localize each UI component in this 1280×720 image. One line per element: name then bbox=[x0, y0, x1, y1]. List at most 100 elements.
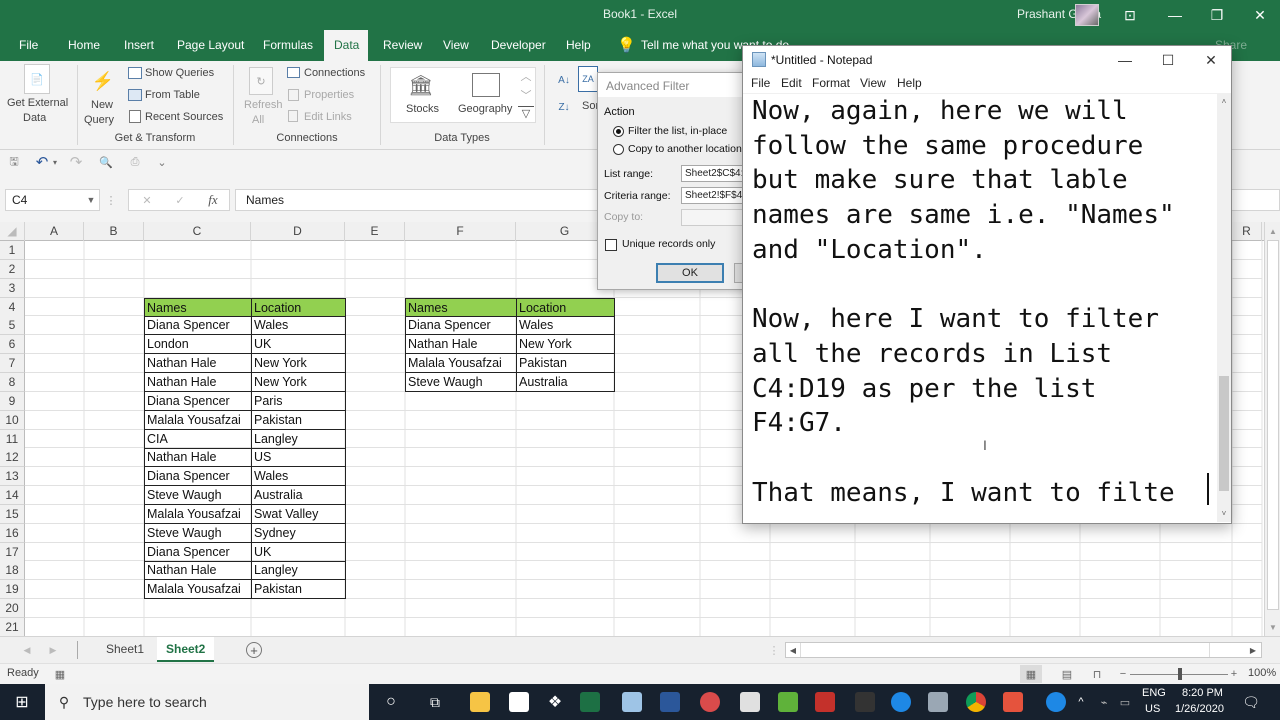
row-header[interactable]: 10 bbox=[0, 410, 25, 430]
cell-location[interactable]: UK bbox=[251, 542, 346, 562]
taskbar-search-box[interactable]: ⚲ Type here to search bbox=[45, 684, 369, 720]
row-header[interactable]: 14 bbox=[0, 486, 25, 506]
network-icon[interactable]: ⌁ bbox=[1096, 692, 1112, 712]
cell-location[interactable]: Langley bbox=[251, 429, 346, 449]
cell-name[interactable]: Nathan Hale bbox=[144, 354, 252, 374]
tab-formulas[interactable]: Formulas bbox=[254, 30, 322, 61]
geography-icon[interactable] bbox=[472, 73, 500, 97]
tab-help[interactable]: Help bbox=[557, 30, 600, 61]
save-icon[interactable]: 🖫 bbox=[7, 155, 21, 169]
word-taskbar-icon[interactable] bbox=[660, 692, 680, 712]
cell-name[interactable]: Steve Waugh bbox=[144, 486, 252, 506]
customize-qat-icon[interactable]: ⌄ bbox=[156, 154, 168, 170]
sheet-tab-sheet2[interactable]: Sheet2 bbox=[157, 637, 215, 662]
cell-location[interactable]: Langley bbox=[251, 561, 346, 581]
vertical-scrollbar[interactable]: ▲ ▼ bbox=[1264, 222, 1280, 636]
zoom-slider-thumb[interactable] bbox=[1178, 668, 1182, 680]
sort-z-to-a-icon[interactable]: Z↓ bbox=[555, 98, 573, 116]
insert-function-icon[interactable]: fx bbox=[205, 192, 221, 208]
restore-button[interactable]: ❐ bbox=[1202, 4, 1232, 26]
macro-record-icon[interactable]: ▦ bbox=[53, 667, 67, 681]
stocks-button[interactable]: Stocks bbox=[406, 103, 439, 115]
cell-name[interactable]: Nathan Hale bbox=[144, 372, 252, 392]
cell-name[interactable]: Malala Yousafzai bbox=[144, 504, 252, 524]
gallery-more-icon[interactable]: ▽ bbox=[518, 106, 534, 120]
cell-name[interactable]: London bbox=[144, 335, 252, 355]
sheet-tab-sheet1[interactable]: Sheet1 bbox=[97, 637, 153, 662]
vertical-scroll-thumb[interactable] bbox=[1267, 240, 1279, 610]
help-icon[interactable] bbox=[1046, 692, 1066, 712]
formula-bar-grip[interactable]: ⋮ bbox=[106, 192, 117, 208]
scroll-up-icon[interactable]: ▲ bbox=[1267, 226, 1279, 236]
cortana-icon[interactable]: ○ bbox=[381, 692, 401, 712]
camtasia-icon[interactable] bbox=[778, 692, 798, 712]
row-header[interactable]: 18 bbox=[0, 561, 25, 581]
zoom-level[interactable]: 100% bbox=[1248, 667, 1276, 679]
notepad-text-area[interactable]: Now, again, here we will follow the same… bbox=[752, 94, 1212, 510]
cell-location[interactable]: UK bbox=[251, 335, 346, 355]
filter-in-place-radio[interactable] bbox=[613, 126, 624, 137]
row-header[interactable]: 12 bbox=[0, 448, 25, 468]
add-sheet-icon[interactable]: + bbox=[246, 642, 262, 658]
header-cell-names[interactable]: Names bbox=[144, 297, 252, 317]
row-header[interactable]: 16 bbox=[0, 523, 25, 543]
show-hidden-icons-icon[interactable]: ^ bbox=[1073, 692, 1089, 712]
cell-location[interactable]: Paris bbox=[251, 391, 346, 411]
page-break-view-icon[interactable]: ⊓ bbox=[1088, 665, 1106, 683]
cell-location[interactable]: Pakistan bbox=[516, 354, 615, 374]
tab-data[interactable]: Data bbox=[324, 30, 368, 61]
zoom-in-icon[interactable]: + bbox=[1229, 665, 1239, 683]
column-header-c[interactable]: C bbox=[144, 222, 251, 241]
get-external-data-label[interactable]: Get External bbox=[7, 97, 68, 109]
touch-mode-icon[interactable]: ⎙ bbox=[127, 154, 143, 170]
tab-view[interactable]: View bbox=[434, 30, 478, 61]
row-header[interactable]: 6 bbox=[0, 335, 25, 355]
notepad-menu-file[interactable]: File bbox=[751, 76, 770, 90]
zoom-out-icon[interactable]: − bbox=[1118, 665, 1128, 683]
notepad-taskbar-icon[interactable] bbox=[622, 692, 642, 712]
tab-page-layout[interactable]: Page Layout bbox=[168, 30, 253, 61]
column-header-b[interactable]: B bbox=[84, 222, 144, 241]
column-header-d[interactable]: D bbox=[251, 222, 345, 241]
cell-name[interactable]: Malala Yousafzai bbox=[144, 410, 252, 430]
row-header[interactable]: 8 bbox=[0, 372, 25, 392]
get-external-data-label2[interactable]: Data bbox=[23, 112, 46, 124]
stocks-icon[interactable]: 🏛 bbox=[407, 73, 435, 97]
file-explorer-icon[interactable] bbox=[470, 692, 490, 712]
row-header[interactable]: 20 bbox=[0, 599, 25, 619]
tab-insert[interactable]: Insert bbox=[115, 30, 163, 61]
notepad-menu-view[interactable]: View bbox=[860, 76, 886, 90]
copy-to-location-label[interactable]: Copy to another location bbox=[628, 143, 742, 155]
windows-start-icon[interactable]: ⊞ bbox=[12, 692, 32, 712]
cell-name[interactable]: Malala Yousafzai bbox=[405, 354, 517, 374]
language-region[interactable]: US bbox=[1145, 703, 1160, 715]
row-header[interactable]: 9 bbox=[0, 391, 25, 411]
select-all-corner[interactable]: ◢ bbox=[0, 222, 25, 241]
get-external-data-icon[interactable]: 📄 bbox=[24, 64, 50, 94]
cell-name[interactable]: Diana Spencer bbox=[144, 316, 252, 336]
notepad-close-button[interactable]: ✕ bbox=[1199, 50, 1223, 70]
tab-home[interactable]: Home bbox=[59, 30, 109, 61]
ok-button[interactable]: OK bbox=[656, 263, 724, 283]
cell-name[interactable]: Nathan Hale bbox=[144, 561, 252, 581]
cell-location[interactable]: New York bbox=[251, 372, 346, 392]
row-header[interactable]: 19 bbox=[0, 580, 25, 600]
gallery-down-icon[interactable]: ﹀ bbox=[518, 88, 534, 102]
avatar[interactable] bbox=[1075, 4, 1099, 26]
cell-location[interactable]: Wales bbox=[251, 316, 346, 336]
connections-button[interactable]: Connections bbox=[304, 67, 365, 79]
edit-links-button[interactable]: Edit Links bbox=[304, 111, 352, 123]
minimize-button[interactable]: — bbox=[1160, 4, 1190, 26]
cell-name[interactable]: Diana Spencer bbox=[144, 542, 252, 562]
row-header[interactable]: 3 bbox=[0, 278, 25, 298]
row-header[interactable]: 7 bbox=[0, 354, 25, 374]
copy-to-location-radio[interactable] bbox=[613, 144, 624, 155]
skype-icon[interactable] bbox=[891, 692, 911, 712]
row-header[interactable]: 17 bbox=[0, 542, 25, 562]
sort-a-to-z-icon[interactable]: A↓ bbox=[555, 71, 573, 89]
undo-icon[interactable]: ↶ bbox=[34, 154, 50, 171]
row-header[interactable]: 11 bbox=[0, 429, 25, 449]
tab-split-grip[interactable]: ⋮ bbox=[769, 642, 780, 658]
enter-icon[interactable]: ✓ bbox=[172, 192, 188, 208]
cell-location[interactable]: Australia bbox=[516, 372, 615, 392]
